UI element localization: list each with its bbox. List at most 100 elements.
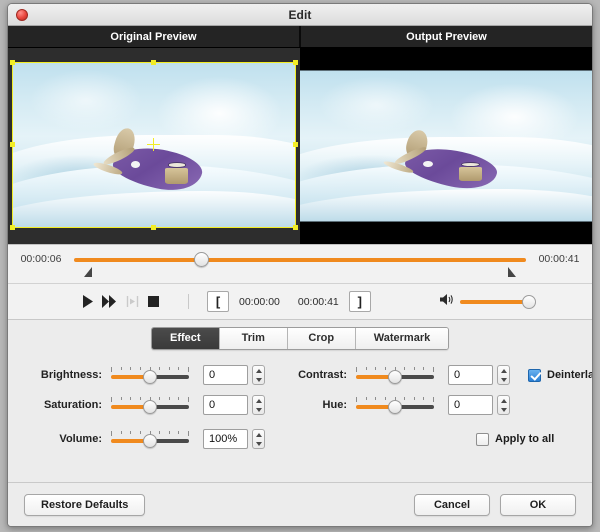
volume-stepper-up-icon[interactable]: [255, 432, 262, 437]
ok-button[interactable]: OK: [500, 493, 576, 516]
brightness-stepper-down-icon[interactable]: [255, 377, 262, 382]
transport-divider: [188, 294, 189, 309]
edit-window: Edit Original Preview Output Preview 00:…: [7, 3, 593, 527]
volume-control: [440, 293, 536, 311]
contrast-slider-knob[interactable]: [388, 370, 402, 384]
volume-effect-control: Volume: 100%: [24, 429, 265, 449]
brightness-control: Brightness: 0: [24, 365, 265, 385]
volume-slider-knob[interactable]: [522, 294, 536, 309]
saturation-stepper[interactable]: [252, 395, 265, 415]
volume-stepper[interactable]: [252, 429, 265, 449]
step-frame-icon[interactable]: [126, 295, 139, 308]
brightness-stepper-up-icon[interactable]: [255, 368, 262, 373]
creature-eye: [131, 161, 141, 168]
title-bar: Edit: [8, 4, 592, 26]
original-video-frame: [12, 62, 296, 228]
trim-time-fields: [ 00:00:00 00:00:41 ]: [207, 291, 371, 312]
deinterlacing-checkbox[interactable]: Deinterlacing: [528, 368, 593, 382]
hue-stepper[interactable]: [497, 395, 510, 415]
preview-header-bar: Original Preview Output Preview: [8, 26, 592, 48]
trim-out-bracket-button[interactable]: ]: [348, 291, 371, 312]
deinterlacing-checkbox-box[interactable]: [528, 368, 541, 382]
saturation-hue-row: Saturation: 0 Hue: 0: [24, 390, 576, 420]
timeline-start-time: 00:00:06: [20, 253, 62, 265]
trim-out-time-field[interactable]: 00:00:41: [290, 291, 347, 312]
brightness-slider-knob[interactable]: [143, 370, 157, 384]
original-preview-label: Original Preview: [8, 26, 301, 47]
timeline-scrubber[interactable]: [74, 251, 526, 269]
saturation-slider-knob[interactable]: [143, 400, 157, 414]
apply-to-all-label: Apply to all: [495, 433, 555, 445]
purple-creature: [92, 125, 211, 198]
hue-stepper-down-icon[interactable]: [500, 407, 507, 412]
volume-effect-slider[interactable]: [111, 431, 189, 448]
hue-stepper-up-icon[interactable]: [500, 398, 507, 403]
play-icon[interactable]: [82, 295, 93, 308]
transport-bar: [ 00:00:00 00:00:41 ]: [8, 284, 592, 320]
saturation-control: Saturation: 0: [24, 395, 265, 415]
saturation-label: Saturation:: [43, 399, 102, 411]
original-preview-pane[interactable]: [8, 48, 300, 244]
volume-label: Volume:: [59, 433, 102, 445]
preview-panes: [8, 48, 592, 244]
scene-glow-secondary: [29, 68, 143, 132]
cancel-button[interactable]: Cancel: [414, 493, 490, 516]
speaker-icon: [440, 293, 455, 311]
hue-slider-knob[interactable]: [388, 400, 402, 414]
deinterlacing-label: Deinterlacing: [547, 369, 593, 381]
saturation-slider[interactable]: [111, 397, 189, 414]
trim-start-marker[interactable]: [84, 267, 92, 277]
timeline-bar: 00:00:06 00:00:41: [8, 244, 592, 284]
footer-action-buttons: Cancel OK: [414, 493, 576, 516]
saturation-stepper-down-icon[interactable]: [255, 407, 262, 412]
tab-crop[interactable]: Crop: [287, 328, 356, 349]
volume-stepper-down-icon[interactable]: [255, 441, 262, 446]
timeline-track[interactable]: [74, 258, 526, 262]
window-title: Edit: [288, 7, 312, 22]
apply-to-all-checkbox[interactable]: Apply to all: [476, 432, 555, 446]
restore-defaults-button[interactable]: Restore Defaults: [24, 493, 146, 516]
trim-end-marker[interactable]: [508, 267, 516, 277]
trim-in-time-field[interactable]: 00:00:00: [231, 291, 288, 312]
contrast-value-field[interactable]: 0: [448, 365, 493, 385]
brightness-contrast-row: Brightness: 0 Contrast: 0 Deinterla: [24, 360, 592, 390]
contrast-stepper-down-icon[interactable]: [500, 377, 507, 382]
playback-buttons: [82, 295, 159, 308]
hue-value-field[interactable]: 0: [448, 395, 493, 415]
saturation-value-field[interactable]: 0: [203, 395, 248, 415]
volume-apply-row: Volume: 100% Apply to all: [24, 424, 576, 454]
volume-slider-track[interactable]: [460, 294, 536, 309]
letterbox-frame: [300, 70, 592, 222]
timeline-playhead-knob[interactable]: [193, 252, 209, 267]
saturation-stepper-up-icon[interactable]: [255, 398, 262, 403]
creature-beak: [165, 168, 189, 184]
creature-eyes-pair: [167, 162, 186, 168]
dialog-footer: Restore Defaults Cancel OK: [8, 482, 592, 526]
tab-trim[interactable]: Trim: [219, 328, 288, 349]
tab-effect[interactable]: Effect: [151, 328, 220, 349]
output-preview-label: Output Preview: [406, 30, 487, 43]
contrast-stepper[interactable]: [497, 365, 510, 385]
tab-watermark[interactable]: Watermark: [355, 328, 449, 349]
output-preview-pane[interactable]: [300, 48, 592, 244]
brightness-stepper[interactable]: [252, 365, 265, 385]
brightness-slider[interactable]: [111, 367, 189, 384]
hue-label: Hue:: [322, 399, 347, 411]
hue-control: Hue: 0: [285, 395, 510, 415]
trim-in-bracket-button[interactable]: [: [207, 291, 229, 312]
tabs-area: Effect Trim Crop Watermark: [8, 320, 592, 354]
volume-value-field[interactable]: 100%: [203, 429, 248, 449]
hue-slider[interactable]: [356, 397, 434, 414]
close-button[interactable]: [16, 9, 28, 21]
apply-to-all-checkbox-box[interactable]: [476, 432, 489, 446]
volume-effect-slider-knob[interactable]: [143, 434, 157, 448]
contrast-slider[interactable]: [356, 367, 434, 384]
stop-icon[interactable]: [148, 296, 159, 307]
contrast-stepper-up-icon[interactable]: [500, 368, 507, 373]
contrast-control: Contrast: 0: [285, 365, 510, 385]
fast-forward-icon[interactable]: [102, 295, 117, 308]
effect-controls-panel: Brightness: 0 Contrast: 0 Deinterla Satu…: [8, 354, 592, 482]
brightness-value-field[interactable]: 0: [203, 365, 248, 385]
brightness-label: Brightness:: [40, 369, 102, 381]
contrast-label: Contrast:: [298, 369, 347, 381]
